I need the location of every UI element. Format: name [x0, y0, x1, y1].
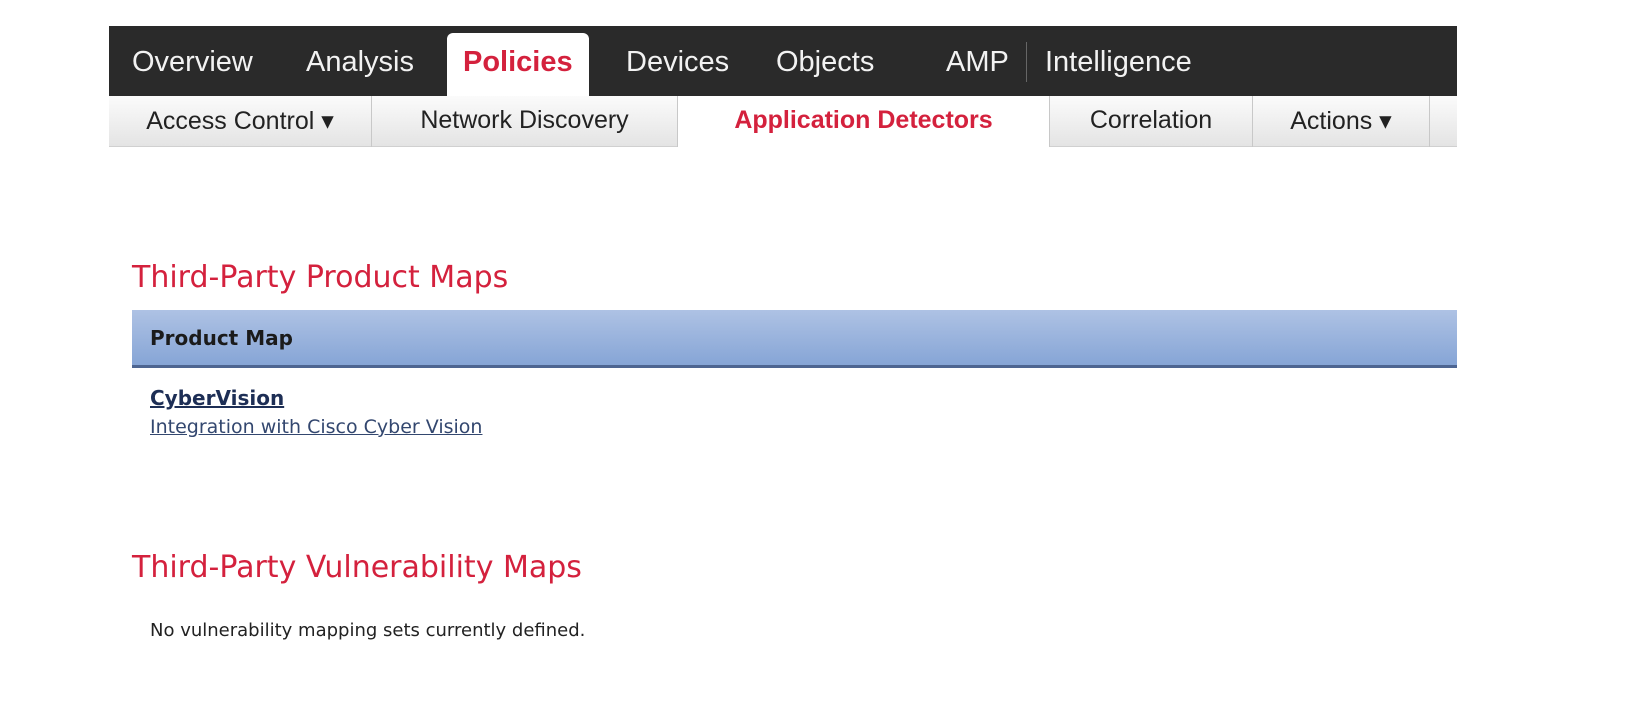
- nav-intelligence[interactable]: Intelligence: [1045, 46, 1192, 79]
- nav-analysis[interactable]: Analysis: [306, 46, 414, 79]
- sub-navigation: Access Control ▾ Network Discovery Appli…: [109, 96, 1457, 147]
- product-map-description[interactable]: Integration with Cisco Cyber Vision: [150, 416, 482, 438]
- subnav-correlation[interactable]: Correlation: [1050, 96, 1253, 147]
- subnav-actions[interactable]: Actions ▾: [1253, 96, 1430, 147]
- nav-amp[interactable]: AMP: [946, 46, 1009, 79]
- subnav-application-detectors[interactable]: Application Detectors: [678, 96, 1050, 147]
- product-maps-heading: Third-Party Product Maps: [132, 260, 509, 295]
- empty-message: No vulnerability mapping sets currently …: [150, 620, 586, 641]
- nav-devices[interactable]: Devices: [626, 46, 729, 79]
- column-product-map[interactable]: Product Map: [150, 326, 293, 350]
- nav-objects[interactable]: Objects: [776, 46, 874, 79]
- product-map-link-cybervision[interactable]: CyberVision: [150, 386, 284, 410]
- top-navigation: Overview Analysis Policies Devices Objec…: [109, 26, 1457, 96]
- nav-divider: [1026, 42, 1027, 82]
- product-map-table-header: Product Map: [132, 310, 1457, 368]
- subnav-access-control[interactable]: Access Control ▾: [109, 96, 372, 147]
- vulnerability-maps-heading: Third-Party Vulnerability Maps: [132, 550, 582, 585]
- nav-overview[interactable]: Overview: [132, 46, 253, 79]
- nav-policies[interactable]: Policies: [447, 33, 589, 96]
- subnav-network-discovery[interactable]: Network Discovery: [372, 96, 678, 147]
